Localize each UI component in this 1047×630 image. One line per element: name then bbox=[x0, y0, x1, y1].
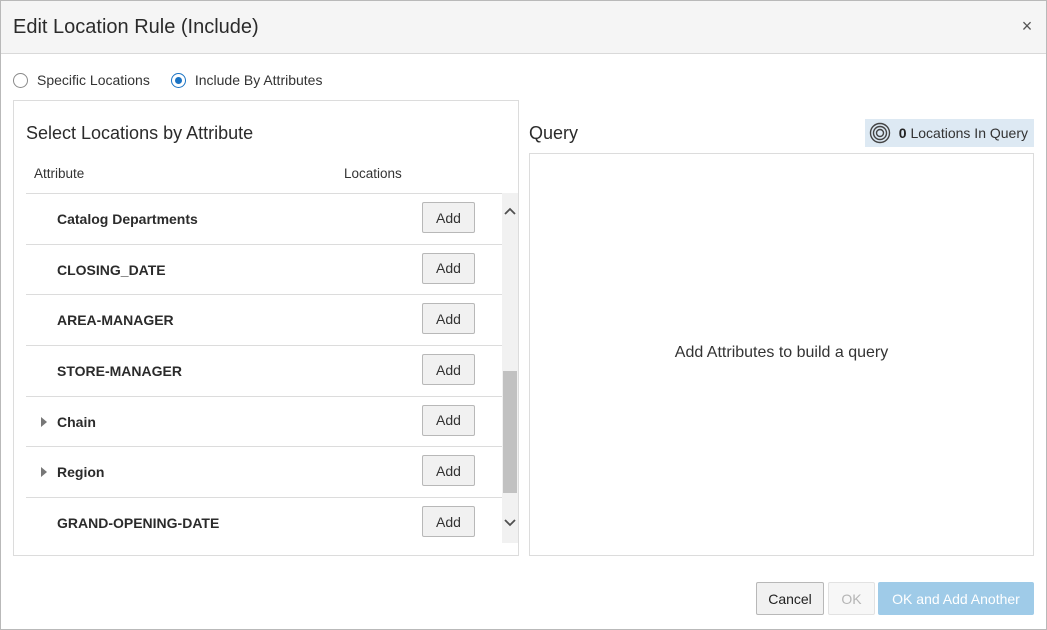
chevron-up-icon[interactable] bbox=[502, 201, 518, 221]
add-attribute-button[interactable]: Add bbox=[422, 506, 475, 538]
ok-button[interactable]: OK bbox=[828, 582, 875, 615]
attributes-panel: Select Locations by Attribute Attribute … bbox=[13, 100, 519, 556]
attribute-list: Catalog Departments Add CLOSING_DATE Add… bbox=[26, 193, 502, 543]
radio-include-by-attributes[interactable]: Include By Attributes bbox=[170, 72, 323, 88]
dialog-header: Edit Location Rule (Include) × bbox=[1, 1, 1046, 54]
attribute-row: Chain Add bbox=[26, 397, 502, 448]
attribute-name: AREA-MANAGER bbox=[57, 312, 174, 329]
attribute-list-scrollbar[interactable] bbox=[502, 193, 518, 543]
query-header: Query 0 Locations In Query bbox=[529, 119, 1034, 149]
cancel-button[interactable]: Cancel bbox=[756, 582, 824, 615]
query-builder-area: Add Attributes to build a query bbox=[529, 153, 1034, 556]
attribute-row: Catalog Departments Add bbox=[26, 194, 502, 245]
add-attribute-button[interactable]: Add bbox=[422, 252, 475, 284]
attribute-row: AREA-MANAGER Add bbox=[26, 295, 502, 347]
add-attribute-button[interactable]: Add bbox=[422, 303, 475, 335]
scrollbar-thumb[interactable] bbox=[503, 371, 517, 493]
rule-mode-radio-group: Specific Locations Include By Attributes bbox=[13, 70, 343, 90]
attribute-name: Chain bbox=[57, 413, 96, 430]
attribute-row: STORE-MANAGER Add bbox=[26, 346, 502, 397]
chevron-down-icon[interactable] bbox=[502, 513, 518, 533]
expand-triangle-icon[interactable] bbox=[41, 416, 47, 427]
close-icon[interactable]: × bbox=[1018, 17, 1036, 35]
locations-count: 0 bbox=[898, 125, 907, 141]
radio-specific-locations[interactable]: Specific Locations bbox=[13, 72, 150, 88]
add-attribute-button[interactable]: Add bbox=[422, 202, 475, 233]
attribute-name: Catalog Departments bbox=[57, 211, 198, 227]
radio-button-include-attributes[interactable] bbox=[170, 72, 186, 88]
radio-label-specific: Specific Locations bbox=[37, 72, 150, 88]
attribute-row: GRAND-OPENING-DATE Add bbox=[26, 498, 502, 543]
query-empty-message: Add Attributes to build a query bbox=[674, 344, 889, 361]
attribute-name: GRAND-OPENING-DATE bbox=[57, 515, 220, 532]
expand-triangle-icon[interactable] bbox=[41, 467, 47, 478]
attribute-row: CLOSING_DATE Add bbox=[26, 245, 502, 296]
ok-and-add-another-button[interactable]: OK and Add Another bbox=[878, 582, 1034, 615]
attributes-panel-title: Select Locations by Attribute bbox=[26, 123, 254, 143]
column-header-locations: Locations bbox=[344, 166, 402, 181]
dialog-title: Edit Location Rule (Include) bbox=[13, 16, 259, 38]
edit-location-rule-dialog: Edit Location Rule (Include) × Specific … bbox=[0, 0, 1047, 630]
add-attribute-button[interactable]: Add bbox=[422, 404, 475, 436]
column-header-attribute: Attribute bbox=[34, 166, 85, 181]
attribute-row: Region Add bbox=[26, 447, 502, 499]
target-icon bbox=[869, 122, 890, 144]
attribute-name: Region bbox=[57, 464, 105, 481]
attribute-name: STORE-MANAGER bbox=[57, 363, 182, 380]
add-attribute-button[interactable]: Add bbox=[422, 455, 475, 487]
locations-count-label: Locations In Query bbox=[910, 125, 1028, 141]
query-title: Query bbox=[529, 123, 579, 143]
add-attribute-button[interactable]: Add bbox=[422, 354, 475, 386]
attribute-name: CLOSING_DATE bbox=[57, 261, 166, 278]
radio-button-specific[interactable] bbox=[13, 72, 28, 88]
locations-count-badge: 0 Locations In Query bbox=[864, 119, 1034, 147]
radio-label-include-attributes: Include By Attributes bbox=[194, 72, 323, 88]
